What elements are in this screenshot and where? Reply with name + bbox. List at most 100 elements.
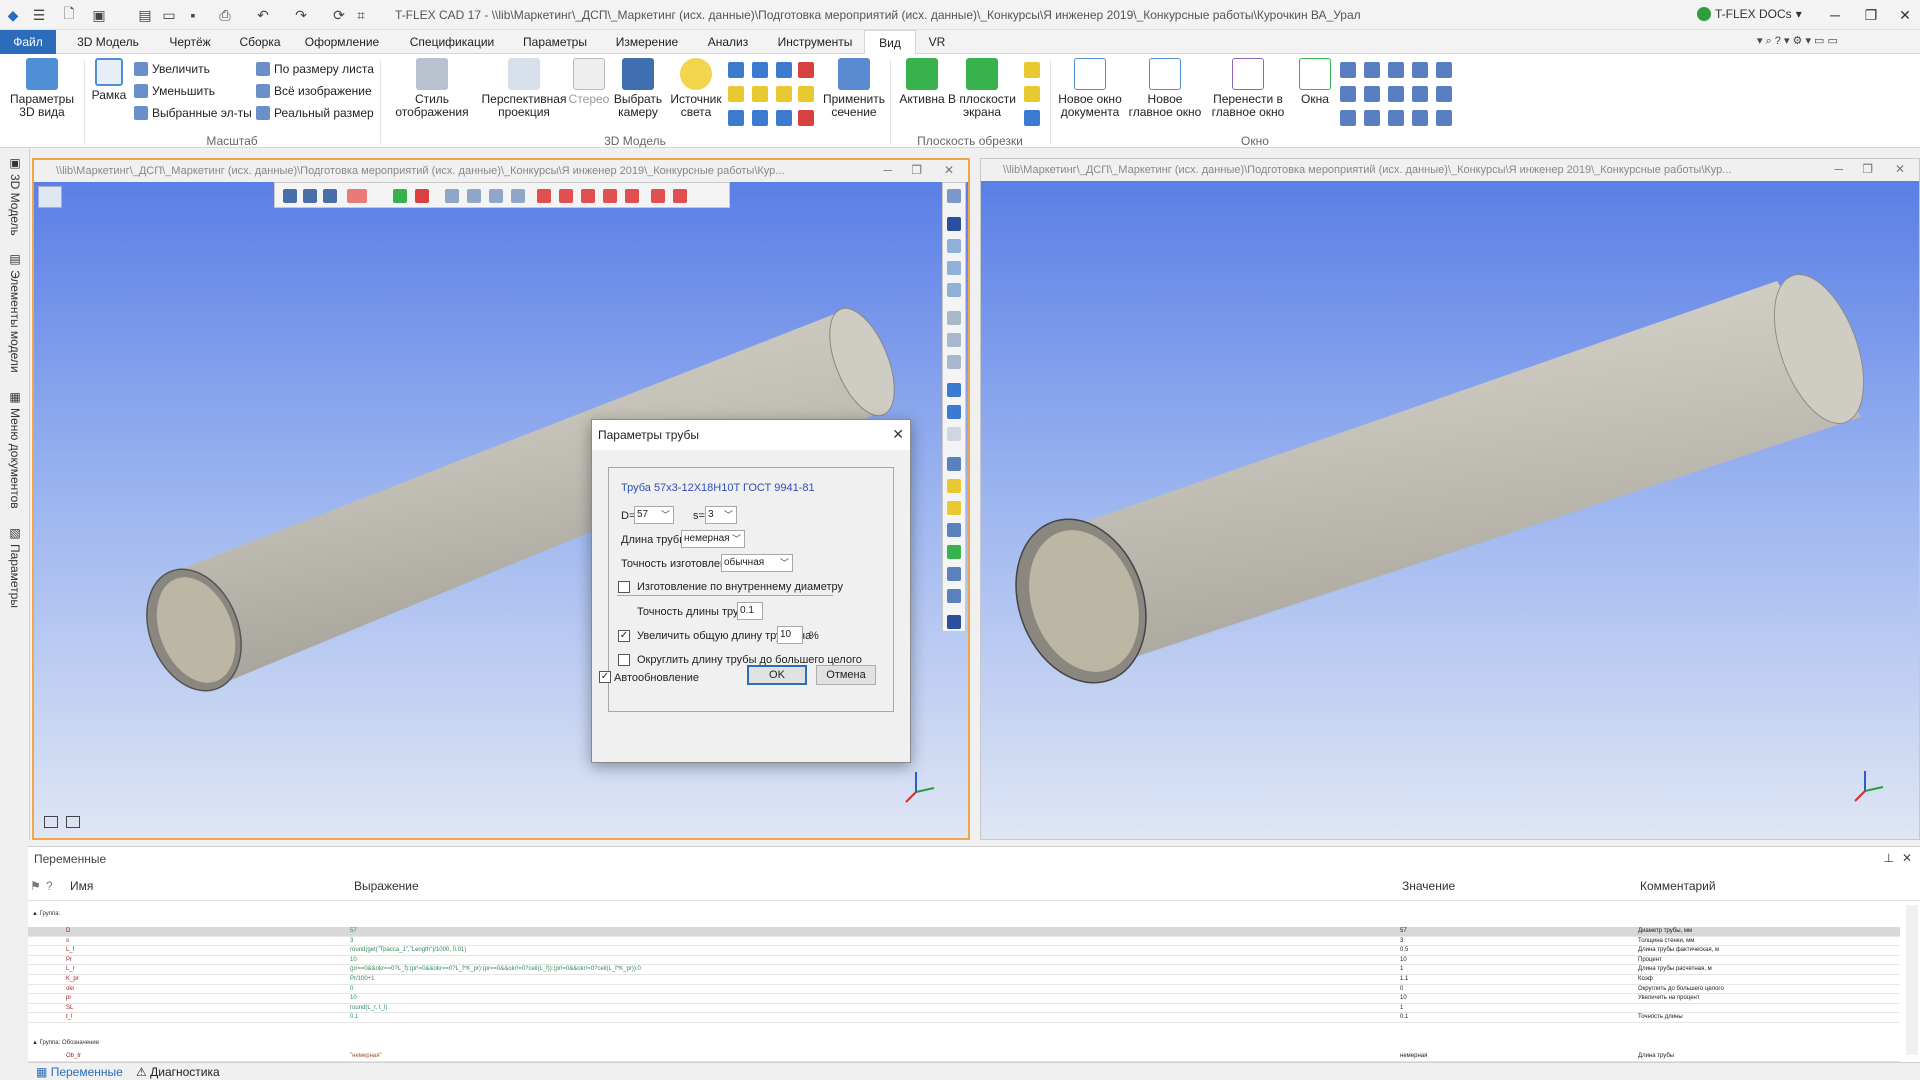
layout-9-icon[interactable] xyxy=(1412,110,1428,126)
stereo-button[interactable]: Стерео xyxy=(566,58,612,106)
frame-button[interactable]: Рамка xyxy=(88,58,130,102)
cell-expr[interactable]: 57 xyxy=(350,927,1390,936)
table-row[interactable]: Ob_tr "немерная" немерная Длина трубы xyxy=(28,1052,1900,1062)
round-length-checkbox[interactable] xyxy=(618,654,630,666)
real-size-button[interactable]: Реальный размер xyxy=(256,106,374,120)
new-3d-icon[interactable]: ▣ xyxy=(90,6,108,24)
zoom-tool-icon[interactable] xyxy=(947,239,961,253)
docs-button[interactable]: T-FLEX DOCs ▾ xyxy=(1697,7,1802,21)
select-loops-icon[interactable] xyxy=(625,189,639,203)
sphere-icon[interactable] xyxy=(947,479,961,493)
col-name[interactable]: Имя xyxy=(70,879,93,893)
table-row[interactable]: Pr 10 10 Процент xyxy=(28,956,1900,966)
check-1-icon[interactable] xyxy=(947,383,961,397)
tab-variables[interactable]: ▦ Переменные xyxy=(36,1065,123,1079)
table-row[interactable]: okr 0 0 Округлить до большего целого xyxy=(28,985,1900,995)
zoom-minus-icon[interactable] xyxy=(947,283,961,297)
layout-2-icon[interactable] xyxy=(1436,62,1452,78)
tab-vr[interactable]: VR xyxy=(922,30,952,54)
camera-tool-icon[interactable] xyxy=(947,615,961,629)
table-row[interactable]: L_f round(get("Трасса_1","Length")/1000, … xyxy=(28,946,1900,956)
new-document-icon[interactable]: 🗋 xyxy=(60,5,78,24)
layout-5-icon[interactable] xyxy=(1436,86,1452,102)
regenerate-icon[interactable]: ⟳ xyxy=(330,6,348,24)
restore-doc-icon[interactable]: ❐ xyxy=(911,163,922,177)
view-bottom-icon[interactable] xyxy=(752,86,768,102)
tab-parameters-panel[interactable]: ▧ Параметры xyxy=(4,526,26,608)
green-cube-icon[interactable] xyxy=(947,545,961,559)
layout-10-icon[interactable] xyxy=(1436,110,1452,126)
document-window-right[interactable]: \\lib\Маркетинг\_ДСП\_Маркетинг (исх. да… xyxy=(980,158,1920,840)
select-fragments-icon[interactable] xyxy=(581,189,595,203)
tab-3d-model-panel[interactable]: ▣ 3D Модель xyxy=(4,156,26,236)
close-button[interactable]: ✕ xyxy=(1890,5,1920,25)
clip-active-button[interactable]: Активна xyxy=(894,58,950,106)
distance-tool-icon[interactable] xyxy=(947,355,961,369)
tab-measure[interactable]: Измерение xyxy=(606,30,688,54)
toolbar-icon-1[interactable] xyxy=(947,189,961,203)
export-icon[interactable] xyxy=(947,567,961,581)
tab-parameters[interactable]: Параметры xyxy=(514,30,596,54)
templates-icon[interactable]: ▤ xyxy=(136,6,154,24)
tab-tools[interactable]: Инструменты xyxy=(770,30,860,54)
inner-diameter-checkbox[interactable] xyxy=(618,581,630,593)
measure-tool-icon[interactable] xyxy=(947,311,961,325)
layout-single-icon[interactable] xyxy=(44,816,58,828)
display-style-button[interactable]: Стиль отображения xyxy=(384,58,480,119)
table-row[interactable]: pr 10 10 Увеличить на процент xyxy=(28,994,1900,1004)
table-row[interactable]: SL round(L_r, t_l) 1 xyxy=(28,1004,1900,1014)
check-2-icon[interactable] xyxy=(947,405,961,419)
view-front-icon[interactable] xyxy=(728,62,744,78)
menu-icon[interactable]: ☰ xyxy=(30,6,48,24)
ok-button[interactable]: OK xyxy=(747,665,807,685)
axis-view-icon[interactable] xyxy=(798,110,814,126)
disabled-tool-icon[interactable] xyxy=(947,427,961,441)
select-faces-icon[interactable] xyxy=(445,189,459,203)
select-edges-icon[interactable] xyxy=(467,189,481,203)
color-filter-icon[interactable] xyxy=(347,189,367,203)
clear-filter-icon[interactable] xyxy=(415,189,429,203)
clip-plane-1-icon[interactable] xyxy=(1024,62,1040,78)
cube-view-icon[interactable] xyxy=(947,457,961,471)
params-3d-view-button[interactable]: Параметры 3D вида xyxy=(4,58,80,119)
select-bodies-icon[interactable] xyxy=(537,189,551,203)
close-panel-icon[interactable]: ✕ xyxy=(1902,851,1912,865)
light-source-button[interactable]: Источник света xyxy=(666,58,726,119)
cancel-button[interactable]: Отмена xyxy=(816,665,876,685)
zoom-out-button[interactable]: Уменьшить xyxy=(134,84,215,98)
tab-design[interactable]: Оформление xyxy=(298,30,386,54)
accuracy-select[interactable]: обычная ﹀ xyxy=(721,554,793,572)
view-back-icon[interactable] xyxy=(752,62,768,78)
group-row-1[interactable]: ▲ Группа: xyxy=(32,911,60,917)
cell-expr[interactable]: 10 xyxy=(350,994,1390,1003)
d-select[interactable]: 57 ﹀ xyxy=(634,506,674,524)
minimize-doc-icon[interactable]: ─ xyxy=(1834,162,1843,176)
cell-expr[interactable]: round(get("Трасса_1","Length")/1000, 0.0… xyxy=(350,946,1390,955)
restore-button[interactable]: ❐ xyxy=(1856,5,1886,25)
layout-3-icon[interactable] xyxy=(1388,86,1404,102)
cell-expr[interactable]: round(L_r, t_l) xyxy=(350,1004,1390,1013)
dialog-close-icon[interactable]: ✕ xyxy=(892,426,904,443)
variables-scrollbar[interactable] xyxy=(1906,905,1918,1055)
clip-plane-3-icon[interactable] xyxy=(1024,110,1040,126)
new-main-window-button[interactable]: Новое главное окно xyxy=(1126,58,1204,119)
view-dimetric-icon[interactable] xyxy=(798,86,814,102)
filter-settings-icon[interactable] xyxy=(303,189,317,203)
pan-view-icon[interactable] xyxy=(752,110,768,126)
tab-view[interactable]: Вид xyxy=(864,30,916,55)
cell-expr[interactable]: 0.1 xyxy=(350,1013,1390,1022)
windows-button[interactable]: Окна xyxy=(1294,58,1336,106)
cascade-icon[interactable] xyxy=(1364,86,1380,102)
ribbon-options-icon[interactable]: ▾ ⌕ ? ▾ ⚙ ▾ ▭ ▭ xyxy=(1757,34,1838,48)
flag-icon[interactable]: ⚑ xyxy=(30,879,41,893)
minimize-doc-icon[interactable]: ─ xyxy=(883,163,892,177)
app-logo-icon[interactable]: ◆ xyxy=(4,6,22,24)
tab-file[interactable]: Файл xyxy=(0,30,56,54)
tab-3d-model[interactable]: 3D Модель xyxy=(66,30,150,54)
tab-drawing[interactable]: Чертёж xyxy=(156,30,224,54)
select-camera-button[interactable]: Выбрать камеру xyxy=(608,58,668,119)
select-curves-icon[interactable] xyxy=(511,189,525,203)
select-copies-icon[interactable] xyxy=(651,189,665,203)
zoom-in-button[interactable]: Увеличить xyxy=(134,62,210,76)
length-select[interactable]: немерная ﹀ xyxy=(681,530,745,548)
